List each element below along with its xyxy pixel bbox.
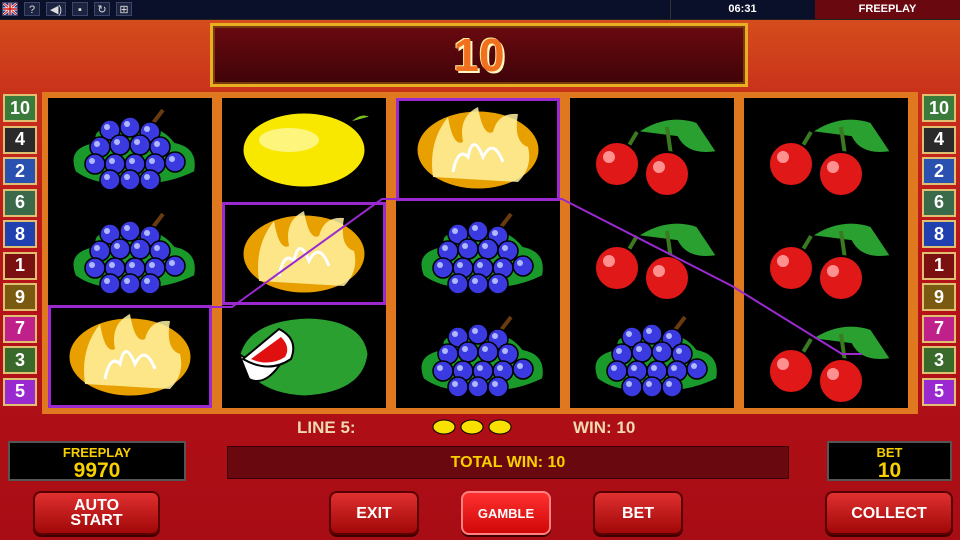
line-number: 8 (3, 220, 37, 248)
line-number: 5 (922, 377, 956, 406)
line-number: 2 (3, 157, 37, 185)
reel (222, 98, 386, 408)
fullscreen-icon[interactable]: ⊞ (116, 2, 132, 16)
refresh-icon[interactable]: ↻ (94, 2, 110, 16)
line-number: 4 (922, 125, 956, 154)
line-number: 1 (922, 251, 956, 280)
line-number: 5 (3, 377, 37, 406)
lemon-icon (396, 98, 560, 201)
grapes-icon (570, 305, 734, 408)
win-display: 10 (210, 23, 748, 87)
autostart-label-2: START (70, 512, 123, 529)
autostart-label-1: AUTO (73, 497, 120, 514)
collect-button[interactable]: COLLECT (825, 491, 953, 535)
mode-label: FREEPLAY (815, 0, 960, 19)
bet-meter: BET 10 (827, 441, 952, 482)
line-number: 9 (3, 283, 37, 311)
lemon-icon (48, 305, 212, 408)
autostart-button[interactable]: AUTO START (33, 491, 160, 535)
grapes-icon (396, 202, 560, 305)
watermelon-icon (222, 305, 386, 408)
line-number: 6 (3, 188, 37, 217)
win-label: WIN: 10 (573, 418, 636, 437)
line-number: 6 (922, 188, 956, 217)
lemon-icon (432, 419, 456, 435)
line-number: 7 (3, 314, 37, 343)
cherries-icon (744, 98, 908, 201)
win-amount: 10 (453, 29, 505, 81)
cherries-icon (570, 202, 734, 305)
line-number: 8 (922, 220, 956, 248)
line-number: 2 (922, 157, 956, 185)
credit-label: FREEPLAY (62, 445, 132, 460)
total-win: TOTAL WIN: 10 (227, 446, 789, 479)
grapes-icon (48, 202, 212, 305)
line-numbers-right: 10 4 2 6 8 1 9 7 3 5 (922, 94, 958, 409)
line-symbols (432, 418, 512, 436)
credit-value: 9970 (73, 459, 121, 482)
help-button[interactable]: ? (24, 2, 40, 16)
bet-button[interactable]: BET (593, 491, 683, 535)
cherries-icon (744, 202, 908, 305)
line-number: 3 (3, 346, 37, 374)
system-bar: ? ◀) ▪ ↻ ⊞ 06:31 FREEPLAY (0, 0, 960, 20)
grapes-icon (48, 98, 212, 201)
line-number: 1 (3, 251, 37, 280)
grapes-icon (396, 305, 560, 408)
lemon-icon (222, 202, 386, 305)
lemon-icon (222, 98, 386, 201)
bet-value: 10 (877, 459, 902, 482)
line-number: 10 (3, 94, 37, 122)
sound-icon[interactable]: ◀) (46, 2, 66, 16)
line-label: LINE 5: (297, 418, 356, 437)
reel (396, 98, 560, 408)
screen-icon[interactable]: ▪ (72, 2, 88, 16)
uk-flag-icon[interactable] (2, 2, 18, 16)
exit-button[interactable]: EXIT (329, 491, 419, 535)
line-number: 3 (922, 346, 956, 374)
credit-meter: FREEPLAY 9970 (8, 441, 186, 482)
reel (48, 98, 212, 408)
line-number: 4 (3, 125, 37, 154)
lemon-icon (460, 419, 484, 435)
clock: 06:31 (670, 0, 814, 19)
line-number: 7 (922, 314, 956, 343)
reels-area (42, 92, 918, 414)
reel (570, 98, 734, 408)
line-numbers-left: 10 4 2 6 8 1 9 7 3 5 (3, 94, 39, 409)
gamble-button[interactable]: GAMBLE (461, 491, 551, 535)
bet-label: BET (876, 445, 903, 460)
line-number: 10 (922, 94, 956, 122)
reel (744, 98, 908, 408)
lemon-icon (488, 419, 512, 435)
cherries-icon (744, 305, 908, 408)
cherries-icon (570, 98, 734, 201)
line-number: 9 (922, 283, 956, 311)
